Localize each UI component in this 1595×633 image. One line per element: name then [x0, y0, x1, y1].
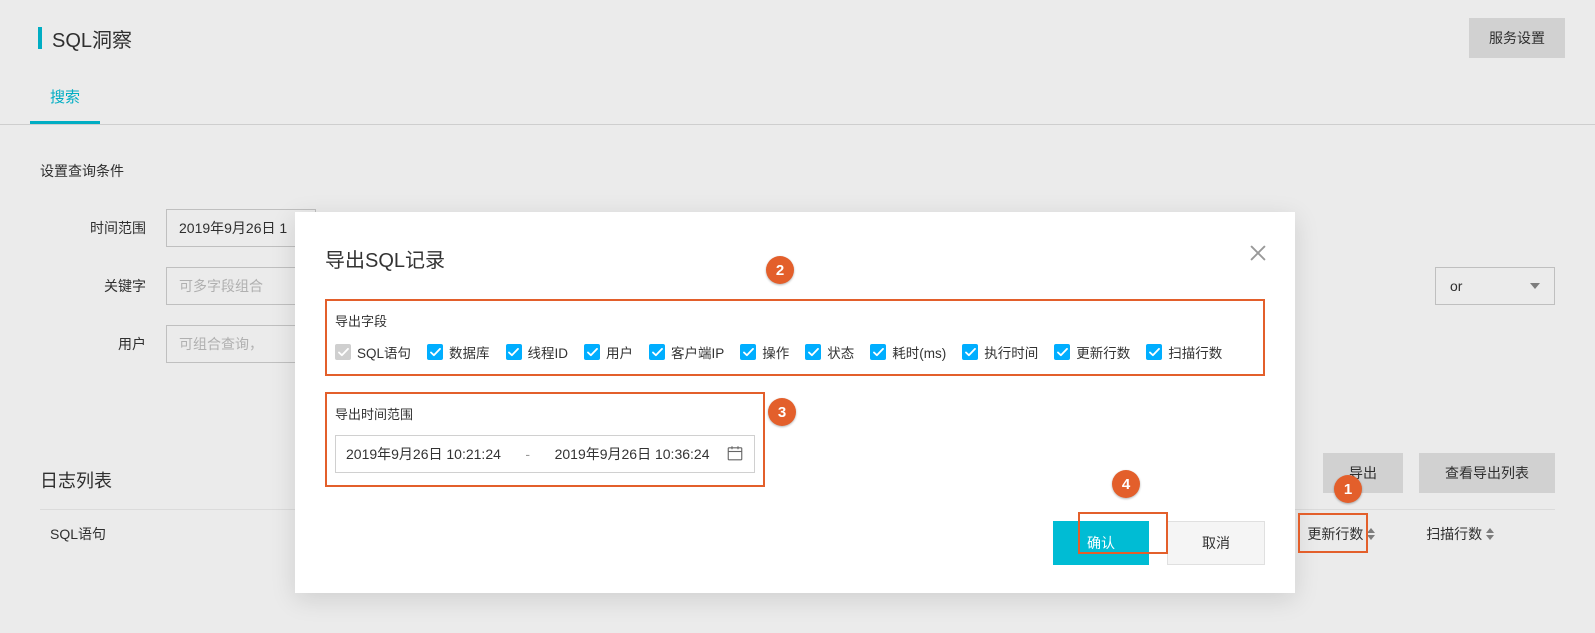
export-time-box: 导出时间范围 2019年9月26日 10:21:24 - 2019年9月26日 … [325, 392, 765, 487]
checkbox-icon [1054, 344, 1070, 360]
checkbox-icon [740, 344, 756, 360]
export-field-label: 线程ID [528, 342, 569, 362]
annotation-badge-1: 1 [1334, 475, 1362, 503]
export-field-checkbox[interactable]: 客户端IP [649, 342, 724, 362]
export-dialog: 导出SQL记录 导出字段 SQL语句 数据库 线程ID 用户 客户端IP 操作 状态 耗时(m… [295, 212, 1295, 593]
annotation-badge-4: 4 [1112, 470, 1140, 498]
ok-button[interactable]: 确认 [1053, 521, 1149, 565]
checkbox-icon [584, 344, 600, 360]
export-field-checkbox[interactable]: 操作 [740, 342, 789, 362]
export-fields-title: 导出字段 [335, 311, 1255, 330]
cancel-button[interactable]: 取消 [1167, 521, 1265, 565]
export-field-label: 操作 [762, 342, 789, 362]
export-field-label: 扫描行数 [1168, 342, 1222, 362]
checkbox-icon [805, 344, 821, 360]
export-field-label: 耗时(ms) [892, 342, 946, 362]
export-field-checkbox[interactable]: 状态 [805, 342, 854, 362]
export-time-range[interactable]: 2019年9月26日 10:21:24 - 2019年9月26日 10:36:2… [335, 435, 755, 473]
export-field-label: 执行时间 [984, 342, 1038, 362]
export-time-to: 2019年9月26日 10:36:24 [555, 444, 710, 464]
export-field-label: 用户 [606, 342, 633, 362]
checkbox-icon [649, 344, 665, 360]
export-fields-box: 导出字段 SQL语句 数据库 线程ID 用户 客户端IP 操作 状态 耗时(ms) 执行时间 更新… [325, 299, 1265, 376]
export-field-label: 状态 [827, 342, 854, 362]
export-fields-row: SQL语句 数据库 线程ID 用户 客户端IP 操作 状态 耗时(ms) 执行时间 更新行数 扫描行… [335, 342, 1255, 362]
calendar-icon [726, 444, 744, 465]
export-field-checkbox[interactable]: 执行时间 [962, 342, 1038, 362]
export-field-checkbox[interactable]: 耗时(ms) [870, 342, 946, 362]
export-field-checkbox[interactable]: 扫描行数 [1146, 342, 1222, 362]
export-field-label: 数据库 [449, 342, 490, 362]
checkbox-icon [335, 344, 351, 360]
export-field-checkbox[interactable]: 数据库 [427, 342, 490, 362]
time-range-separator: - [525, 446, 530, 462]
export-field-label: SQL语句 [357, 342, 411, 362]
dialog-title: 导出SQL记录 [325, 244, 1265, 273]
checkbox-icon [962, 344, 978, 360]
dialog-actions: 确认 取消 [325, 521, 1265, 565]
export-field-label: 客户端IP [671, 342, 724, 362]
annotation-badge-3: 3 [768, 398, 796, 426]
close-icon[interactable] [1247, 242, 1269, 264]
annotation-badge-2: 2 [766, 256, 794, 284]
checkbox-icon [870, 344, 886, 360]
checkbox-icon [1146, 344, 1162, 360]
export-field-label: 更新行数 [1076, 342, 1130, 362]
export-field-checkbox: SQL语句 [335, 342, 411, 362]
checkbox-icon [427, 344, 443, 360]
export-time-from: 2019年9月26日 10:21:24 [346, 444, 501, 464]
checkbox-icon [506, 344, 522, 360]
export-field-checkbox[interactable]: 用户 [584, 342, 633, 362]
export-time-title: 导出时间范围 [335, 404, 755, 423]
export-field-checkbox[interactable]: 更新行数 [1054, 342, 1130, 362]
export-field-checkbox[interactable]: 线程ID [506, 342, 569, 362]
